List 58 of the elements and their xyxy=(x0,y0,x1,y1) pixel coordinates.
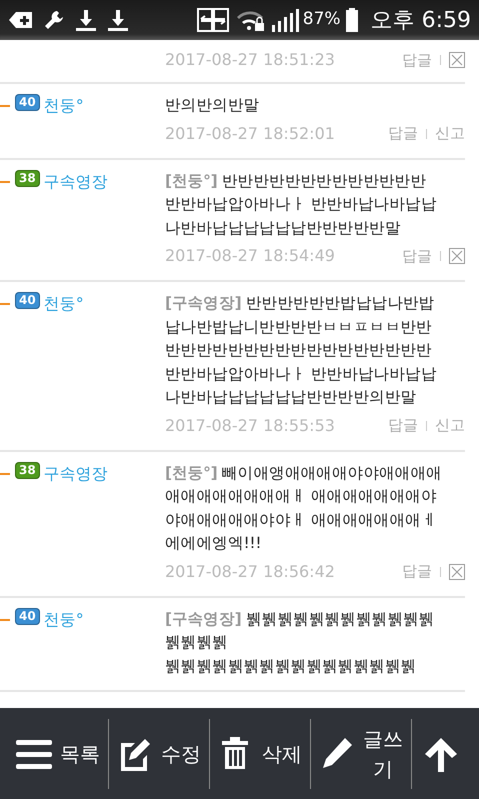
nickname-link[interactable]: 구속영장 xyxy=(44,170,108,194)
reply-marker xyxy=(0,303,10,305)
level-badge: 40 xyxy=(15,94,40,111)
comment-text: 나반바납납납납납납반반반반반말 xyxy=(165,218,402,238)
medical-tag-icon xyxy=(8,10,34,30)
report-link[interactable]: 신고 xyxy=(435,122,465,145)
comment-text: 반반바납압아바나ㅏ 반반바납나바납납 xyxy=(165,364,438,384)
comment-text: 애애애애애애애애ㅐ 애애애애애애애야 xyxy=(165,486,438,507)
reply-link[interactable]: 답글 xyxy=(388,414,418,437)
comment-text: 뷁뷁뷁뷁 xyxy=(165,632,229,653)
comment-text: [구속영장] 뷁뷁뷁뷁뷁뷁뷁뷁뷁뷁뷁뷁 xyxy=(165,608,436,630)
comment-text: 반의반의반말 xyxy=(165,95,260,116)
reply-link[interactable]: 답글 xyxy=(402,244,432,268)
battery-icon xyxy=(344,7,359,33)
close-icon[interactable] xyxy=(449,248,465,264)
level-badge: 40 xyxy=(15,608,40,624)
reply-marker xyxy=(0,618,10,620)
close-icon[interactable] xyxy=(449,52,465,68)
screen-share-icon xyxy=(196,7,231,33)
reply-link[interactable]: 답글 xyxy=(388,122,418,145)
level-badge: 40 xyxy=(15,292,40,309)
reply-link[interactable]: 답글 xyxy=(402,48,432,72)
comment-text: 납나반밥납니반반반반ㅂㅂㅍㅂㅂ반반 xyxy=(165,316,433,338)
signal-icon xyxy=(270,7,299,33)
toolbar-button[interactable]: 글쓰기 xyxy=(311,718,412,788)
comment-date: 2017-08-27 18:52:01 xyxy=(165,122,335,144)
level-badge: 38 xyxy=(15,170,40,186)
reply-marker xyxy=(0,105,10,107)
nickname-link[interactable]: 천둥° xyxy=(44,292,84,316)
download-icon xyxy=(106,8,130,32)
comment-date: 2017-08-27 18:54:49 xyxy=(165,245,335,267)
nickname-link[interactable]: 천둥° xyxy=(44,94,84,118)
comment-text: 뷁뷁뷁뷁뷁뷁뷁뷁뷁뷁뷁뷁뷁뷁뷁뷁 xyxy=(165,656,418,676)
comment-text: 반반반반반반반반반반반반반반반반반 xyxy=(165,340,433,361)
reply-marker xyxy=(0,472,10,474)
comment-text: 에에에엥엑!!! xyxy=(165,533,262,554)
comment-date: 2017-08-27 18:51:23 xyxy=(165,49,335,71)
comment-text: 반반바납압아바나ㅏ 반반바납나바납납 xyxy=(165,194,438,215)
nickname-link[interactable]: 천둥° xyxy=(44,608,84,632)
comment-date: 2017-08-27 18:56:42 xyxy=(165,560,335,582)
toolbar-button[interactable]: 삭제 xyxy=(210,718,311,788)
comment-text: 나반바납납납납납납반반반반의반말 xyxy=(165,387,418,408)
battery-percent: 87% xyxy=(302,8,341,32)
comment-text: 야애애애애애야야ㅐ 애애애애애애애ㅔ xyxy=(165,510,438,530)
comment-text: [천둥°] 빼이애앵애애애애야야애애애애 xyxy=(165,462,443,484)
level-badge: 38 xyxy=(15,462,40,478)
download-icon xyxy=(74,8,98,32)
comment-date: 2017-08-27 18:55:53 xyxy=(165,414,335,436)
reply-marker xyxy=(0,180,10,182)
report-link[interactable]: 신고 xyxy=(435,414,465,437)
comment-text: [구속영장] 반반반반반반밥납납나반밥 xyxy=(165,293,436,314)
toolbar-button[interactable]: 목록 xyxy=(8,718,109,788)
nickname-link[interactable]: 구속영장 xyxy=(44,462,108,486)
clock-time: 오후 6:59 xyxy=(370,6,471,34)
comment-text: [천둥°] 반반반반반반반반반반반반반 xyxy=(165,170,428,192)
reply-link[interactable]: 답글 xyxy=(402,560,432,583)
toolbar-button[interactable]: 수정 xyxy=(109,718,210,788)
close-icon[interactable] xyxy=(449,564,465,580)
